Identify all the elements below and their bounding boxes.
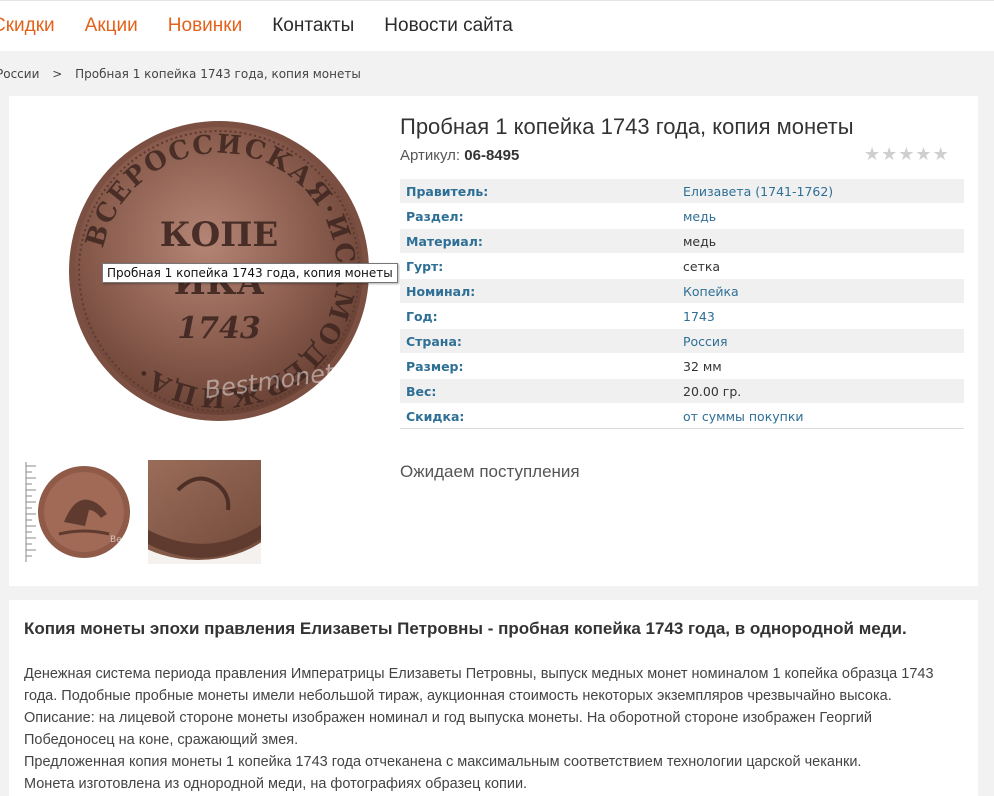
property-row: Правитель: Елизавета (1741-1762)	[400, 179, 964, 204]
property-value: 32 мм	[677, 353, 964, 379]
property-key: Гурт:	[400, 253, 677, 279]
article-number: Артикул: 06-8495	[400, 147, 519, 164]
coin-text-year: 1743	[177, 311, 261, 346]
property-value-link[interactable]: от суммы покупки	[677, 403, 964, 429]
description-paragraph: Монета изготовлена из однородной меди, н…	[24, 776, 528, 792]
property-key: Вес:	[400, 378, 677, 404]
rating-stars[interactable]: ★ ★ ★ ★ ★	[864, 146, 949, 164]
property-key: Скидка:	[400, 403, 677, 429]
property-row: Скидка: от суммы покупки	[400, 403, 964, 429]
thumb-watermark: Bestmoneta	[110, 535, 132, 545]
description-body: Денежная система периода правления Импер…	[24, 663, 964, 795]
description-paragraph: Описание: на лицевой стороне монеты изоб…	[24, 710, 872, 748]
star-icon[interactable]: ★	[881, 146, 897, 164]
product-card: ВСЕРОССИСКАЯ·ИСАМОДЕРЖИЦА· КОПЕ ИКА 1743…	[9, 96, 978, 586]
property-key: Материал:	[400, 228, 677, 254]
star-icon[interactable]: ★	[915, 146, 931, 164]
property-row: Год: 1743	[400, 303, 964, 329]
breadcrumb-separator: >	[52, 67, 63, 81]
property-key: Раздел:	[400, 203, 677, 229]
property-row: Вес: 20.00 гр.	[400, 378, 964, 404]
image-tooltip: Пробная 1 копейка 1743 года, копия монет…	[102, 263, 398, 283]
thumbnail-reverse[interactable]: Bestmoneta	[24, 460, 132, 564]
nav-item-discounts[interactable]: Скидки	[0, 15, 55, 37]
property-value-link[interactable]: 1743	[677, 303, 964, 329]
top-navigation-bar: Скидки Акции Новинки Контакты Новости са…	[0, 0, 994, 51]
coin-text-top: КОПЕ	[160, 215, 279, 255]
property-value-link[interactable]: Россия	[677, 328, 964, 354]
product-title: Пробная 1 копейка 1743 года, копия монет…	[400, 114, 854, 139]
property-row: Страна: Россия	[400, 328, 964, 354]
description-section: Копия монеты эпохи правления Елизаветы П…	[9, 600, 978, 796]
property-row: Размер: 32 мм	[400, 353, 964, 379]
property-row: Материал: медь	[400, 228, 964, 254]
article-label: Артикул:	[400, 147, 461, 164]
star-icon[interactable]: ★	[864, 146, 880, 164]
breadcrumb: России > Пробная 1 копейка 1743 года, ко…	[0, 67, 361, 81]
nav-item-contacts[interactable]: Контакты	[272, 15, 354, 37]
property-value: 20.00 гр.	[677, 378, 964, 404]
nav-item-new[interactable]: Новинки	[168, 15, 242, 37]
property-value-link[interactable]: Елизавета (1741-1762)	[677, 179, 964, 204]
property-row: Раздел: медь	[400, 203, 964, 229]
properties-table: Правитель: Елизавета (1741-1762) Раздел: м…	[400, 179, 964, 429]
property-value: медь	[677, 228, 964, 254]
property-value: сетка	[677, 253, 964, 279]
breadcrumb-current: Пробная 1 копейка 1743 года, копия монет…	[75, 67, 361, 81]
nav-item-news[interactable]: Новости сайта	[384, 15, 513, 37]
property-key: Год:	[400, 303, 677, 329]
property-row: Номинал: Копейка	[400, 278, 964, 304]
description-paragraph: Предложенная копия монеты 1 копейка 1743…	[24, 754, 862, 770]
property-key: Правитель:	[400, 179, 677, 204]
nav-item-promotions[interactable]: Акции	[85, 15, 138, 37]
property-row: Гурт: сетка	[400, 253, 964, 279]
thumbnail-edge[interactable]	[148, 460, 261, 564]
description-heading: Копия монеты эпохи правления Елизаветы П…	[24, 619, 907, 638]
star-icon[interactable]: ★	[933, 146, 949, 164]
property-key: Страна:	[400, 328, 677, 354]
property-key: Номинал:	[400, 278, 677, 304]
description-paragraph: Денежная система периода правления Импер…	[24, 666, 934, 704]
star-icon[interactable]: ★	[898, 146, 914, 164]
main-nav: Скидки Акции Новинки Контакты Новости са…	[0, 1, 543, 51]
property-value-link[interactable]: медь	[677, 203, 964, 229]
breadcrumb-parent-link[interactable]: России	[0, 67, 39, 81]
property-key: Размер:	[400, 353, 677, 379]
availability-status: Ожидаем поступления	[400, 462, 580, 481]
property-value-link[interactable]: Копейка	[677, 278, 964, 304]
article-value: 06-8495	[464, 147, 520, 164]
